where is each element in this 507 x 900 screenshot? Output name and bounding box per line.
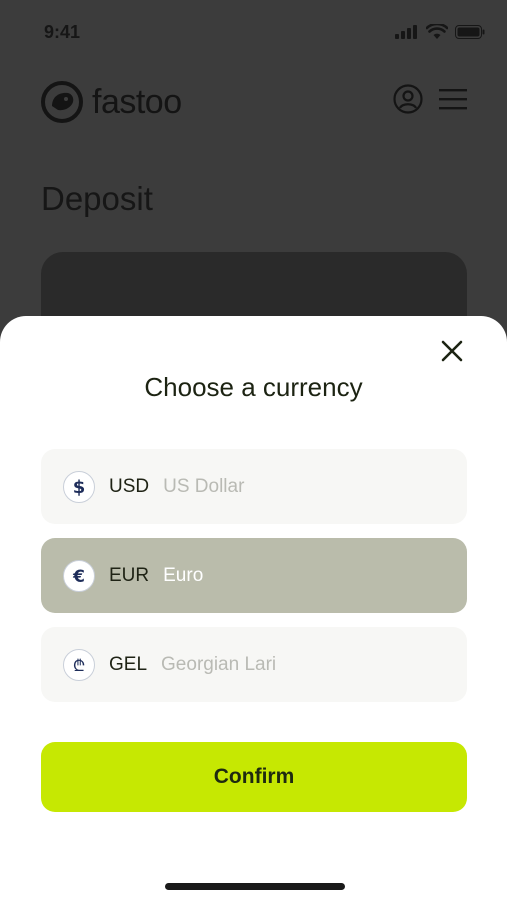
currency-code: GEL <box>109 653 148 675</box>
wifi-icon <box>426 24 448 39</box>
svg-text:$: $ <box>73 477 86 497</box>
lari-icon: ₾ <box>63 648 95 681</box>
currency-option-gel[interactable]: ₾ GEL Georgian Lari <box>41 627 467 702</box>
signal-icon <box>395 25 417 39</box>
close-icon <box>441 340 463 362</box>
status-bar: 9:41 <box>0 0 507 66</box>
confirm-button[interactable]: Confirm <box>41 742 467 812</box>
battery-icon <box>455 25 485 39</box>
currency-name: Euro <box>163 564 204 586</box>
euro-icon: € <box>63 559 95 592</box>
currency-list: $ USD US Dollar € EUR Euro ₾ GEL Georgia… <box>41 449 467 716</box>
currency-name: US Dollar <box>163 475 245 497</box>
close-button[interactable] <box>439 338 465 364</box>
sheet-title: Choose a currency <box>144 372 363 402</box>
svg-text:₾: ₾ <box>73 656 85 675</box>
profile-icon[interactable] <box>393 84 423 114</box>
menu-icon[interactable] <box>439 88 467 110</box>
status-time: 9:41 <box>44 22 81 42</box>
logo: fastoo <box>40 80 182 124</box>
logo-mark-icon <box>41 81 83 123</box>
status-icons <box>395 24 485 40</box>
header-actions <box>393 84 467 114</box>
currency-bottom-sheet: Choose a currency $ USD US Dollar € EUR … <box>0 316 507 900</box>
svg-text:€: € <box>72 567 85 586</box>
logo-text: fastoo <box>92 82 182 121</box>
currency-name: Georgian Lari <box>161 653 277 675</box>
currency-option-usd[interactable]: $ USD US Dollar <box>41 449 467 524</box>
currency-option-eur[interactable]: € EUR Euro <box>41 538 467 613</box>
app-header: fastoo <box>40 80 467 128</box>
page-title: Deposit <box>41 180 153 217</box>
currency-code: EUR <box>109 564 150 586</box>
currency-code: USD <box>109 475 150 497</box>
dollar-icon: $ <box>63 470 95 503</box>
home-indicator <box>165 883 345 890</box>
